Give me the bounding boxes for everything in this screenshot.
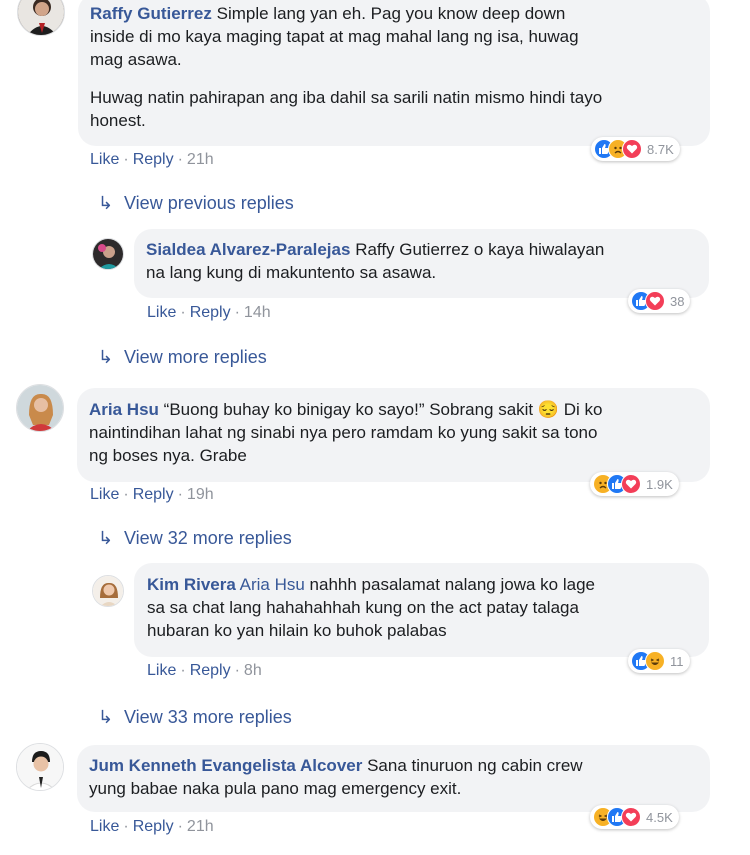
view-more-replies[interactable]: ↳ View more replies xyxy=(98,347,267,368)
reply-timestamp[interactable]: 14h xyxy=(244,304,271,321)
reply-arrow-icon: ↳ xyxy=(98,347,114,367)
love-icon xyxy=(621,474,641,494)
comment-author[interactable]: Aria Hsu xyxy=(89,400,159,419)
comment-text: Huwag natin pahirapan ang iba dahil sa s… xyxy=(90,88,603,107)
reply-link[interactable]: Reply xyxy=(190,662,231,679)
reaction-summary[interactable]: 38 xyxy=(628,289,691,313)
comment-actions: Like · Reply · 21h xyxy=(90,818,214,835)
comment-timestamp[interactable]: 21h xyxy=(187,151,214,168)
reaction-count: 11 xyxy=(670,653,684,669)
view-33-more-replies[interactable]: ↳ View 33 more replies xyxy=(98,707,292,728)
like-link[interactable]: Like xyxy=(90,486,119,503)
reaction-summary[interactable]: 1.9K xyxy=(590,472,679,496)
love-icon xyxy=(621,807,641,827)
reply-timestamp[interactable]: 8h xyxy=(244,662,262,679)
comment-timestamp[interactable]: 19h xyxy=(187,486,214,503)
reply-arrow-icon: ↳ xyxy=(98,528,114,548)
reply-link[interactable]: Reply xyxy=(133,818,174,835)
comment-actions: Like · Reply · 21h xyxy=(90,151,214,168)
comment-text: yung babae naka pula pano mag emergency … xyxy=(89,779,462,798)
comment-bubble: Raffy Gutierrez Simple lang yan eh. Pag … xyxy=(78,0,710,146)
like-link[interactable]: Like xyxy=(90,151,119,168)
reply-text: hubaran ko yan hilain ko buhok palabas xyxy=(147,621,447,640)
comment-bubble: Aria Hsu “Buong buhay ko binigay ko sayo… xyxy=(77,388,710,482)
like-link[interactable]: Like xyxy=(147,662,176,679)
comment-text: inside di mo kaya maging tapat at mag ma… xyxy=(90,27,579,46)
reply-bubble: Kim Rivera Aria Hsu nahhh pasalamat nala… xyxy=(134,563,709,657)
comment-timestamp[interactable]: 21h xyxy=(187,818,214,835)
comment-actions: Like · Reply · 19h xyxy=(90,486,214,503)
avatar-sialdea-image xyxy=(93,239,123,269)
love-icon xyxy=(645,291,665,311)
avatar-jum[interactable] xyxy=(16,743,64,791)
avatar-sialdea[interactable] xyxy=(92,238,124,270)
comment-text: Sana tinuruon ng cabin crew xyxy=(367,756,583,775)
reply-link[interactable]: Reply xyxy=(133,151,174,168)
avatar-aria-image xyxy=(17,385,63,431)
reply-text: nahhh pasalamat nalang jowa ko lage xyxy=(309,575,595,594)
avatar-raffy[interactable] xyxy=(17,0,65,36)
reply-bubble: Sialdea Alvarez-Paralejas Raffy Gutierre… xyxy=(134,229,709,298)
avatar-aria[interactable] xyxy=(16,384,64,432)
reply-text: sa sa chat lang hahahahhah kung on the a… xyxy=(147,598,579,617)
comment-text: mag asawa. xyxy=(90,50,182,69)
reply-arrow-icon: ↳ xyxy=(98,193,114,213)
like-link[interactable]: Like xyxy=(147,304,176,321)
reaction-count: 1.9K xyxy=(646,476,673,492)
reaction-summary[interactable]: 11 xyxy=(628,649,690,673)
like-link[interactable]: Like xyxy=(90,818,119,835)
reply-actions: Like · Reply · 14h xyxy=(147,304,271,321)
reply-link[interactable]: Reply xyxy=(190,304,231,321)
comment-text: ng boses nya. Grabe xyxy=(89,446,247,465)
love-icon xyxy=(622,139,642,159)
comment-text: honest. xyxy=(90,111,146,130)
avatar-kim[interactable] xyxy=(92,575,124,607)
reply-arrow-icon: ↳ xyxy=(98,707,114,727)
comment-author[interactable]: Raffy Gutierrez xyxy=(90,4,212,23)
reply-author[interactable]: Sialdea Alvarez-Paralejas xyxy=(146,240,350,259)
reply-mention[interactable]: Aria Hsu xyxy=(240,575,305,594)
reply-text: na lang kung di makuntento sa asawa. xyxy=(146,263,437,282)
view-32-more-replies[interactable]: ↳ View 32 more replies xyxy=(98,528,292,549)
comment-text: Simple lang yan eh. Pag you know deep do… xyxy=(216,4,566,23)
reply-actions: Like · Reply · 8h xyxy=(147,662,262,679)
avatar-kim-image xyxy=(93,576,123,606)
reaction-count: 8.7K xyxy=(647,141,674,157)
comment-author[interactable]: Jum Kenneth Evangelista Alcover xyxy=(89,756,362,775)
reply-link[interactable]: Reply xyxy=(133,486,174,503)
avatar-raffy-image xyxy=(18,0,64,35)
haha-icon xyxy=(645,651,665,671)
reaction-count: 38 xyxy=(670,293,685,309)
reaction-summary[interactable]: 4.5K xyxy=(590,805,679,829)
comment-bubble: Jum Kenneth Evangelista Alcover Sana tin… xyxy=(77,745,710,812)
comment-text: naintindihan lahat ng sinabi nya pero ra… xyxy=(89,423,598,442)
comment-text: “Buong buhay ko binigay ko sayo!” Sobran… xyxy=(163,400,603,419)
view-previous-replies[interactable]: ↳ View previous replies xyxy=(98,193,294,214)
reaction-count: 4.5K xyxy=(646,809,673,825)
reaction-summary[interactable]: 8.7K xyxy=(591,137,680,161)
avatar-jum-image xyxy=(17,744,63,790)
reply-text: Raffy Gutierrez o kaya hiwalayan xyxy=(355,240,605,259)
reply-author[interactable]: Kim Rivera xyxy=(147,575,236,594)
